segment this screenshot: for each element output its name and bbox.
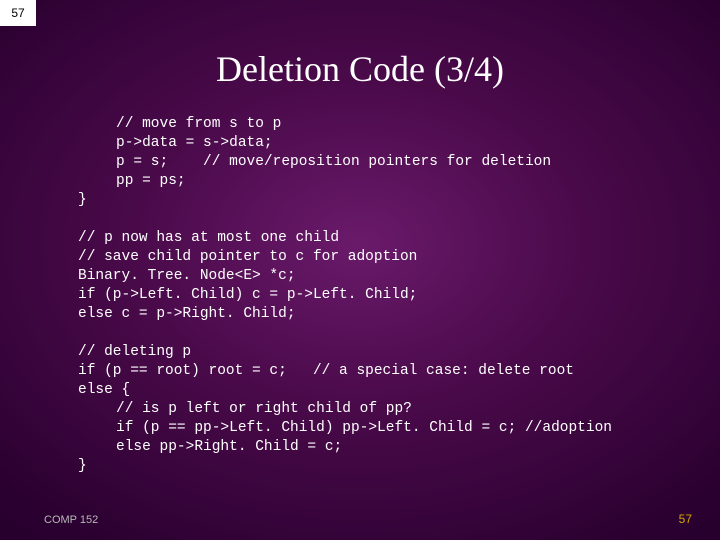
code-line: // p now has at most one child [78, 230, 339, 246]
code-line: } [78, 192, 87, 208]
code-line: else pp->Right. Child = c; [78, 439, 342, 455]
code-line: if (p == root) root = c; // a special ca… [78, 363, 574, 379]
code-line: } [78, 458, 87, 474]
footer-page-number: 57 [679, 512, 692, 526]
code-line: // move from s to p [78, 116, 281, 132]
code-line: // save child pointer to c for adoption [78, 249, 417, 265]
code-line: // is p left or right child of pp? [78, 401, 412, 417]
slide-title: Deletion Code (3/4) [0, 48, 720, 90]
code-line: else { [78, 382, 130, 398]
code-block: // move from s to p p->data = s->data; p… [78, 96, 690, 476]
code-line: Binary. Tree. Node<E> *c; [78, 268, 296, 284]
code-line: if (p->Left. Child) c = p->Left. Child; [78, 287, 417, 303]
code-line: p = s; // move/reposition pointers for d… [78, 154, 551, 170]
code-line: pp = ps; [78, 173, 186, 189]
code-line: // deleting p [78, 344, 191, 360]
slide-number-top-text: 57 [11, 6, 24, 20]
code-line: else c = p->Right. Child; [78, 306, 296, 322]
code-line: p->data = s->data; [78, 135, 273, 151]
slide-number-top: 57 [0, 0, 36, 26]
footer-course: COMP 152 [44, 514, 98, 526]
code-line: if (p == pp->Left. Child) pp->Left. Chil… [78, 420, 612, 436]
